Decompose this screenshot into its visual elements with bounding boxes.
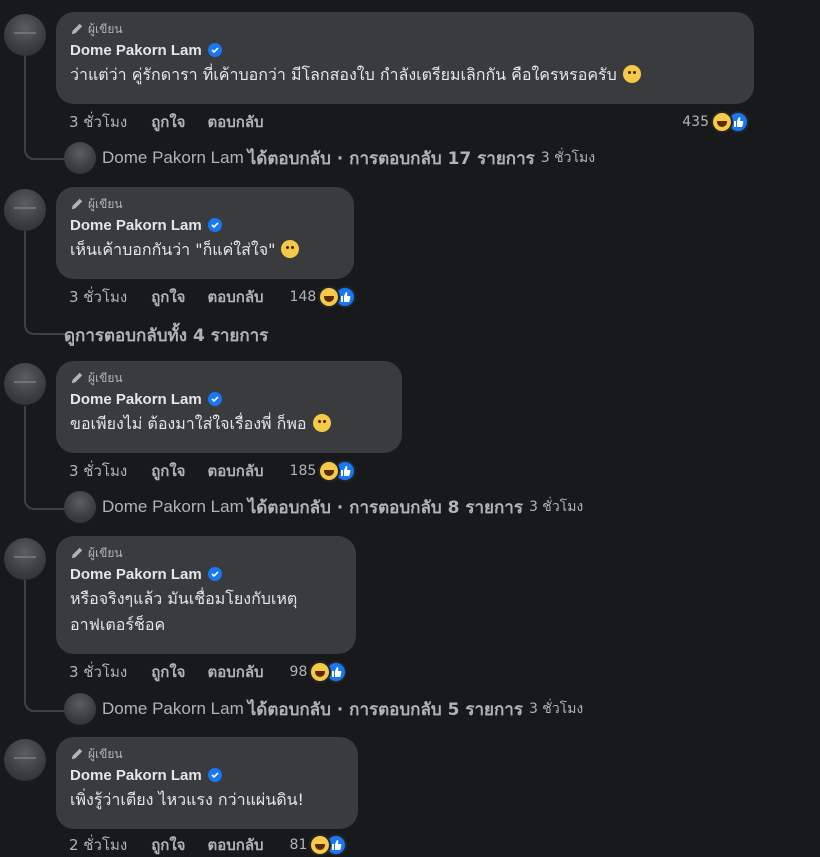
avatar[interactable] bbox=[4, 363, 46, 405]
commenter-name[interactable]: Dome Pakorn Lam bbox=[70, 391, 202, 408]
reaction-summary[interactable]: 81 bbox=[290, 834, 348, 856]
comment-time[interactable]: 3 ชั่วโมง bbox=[69, 459, 127, 483]
comment-actions: 3 ชั่วโมง ถูกใจ ตอบกลับ 435 bbox=[69, 110, 749, 134]
replies-link[interactable]: Dome Pakorn Lam ได้ตอบกลับ · การตอบกลับ … bbox=[64, 693, 584, 725]
monocle-face-icon bbox=[622, 65, 641, 83]
reply-button[interactable]: ตอบกลับ bbox=[207, 660, 263, 684]
reaction-count: 148 bbox=[289, 289, 317, 305]
reply-button[interactable]: ตอบกลับ bbox=[207, 833, 263, 857]
commenter-name[interactable]: Dome Pakorn Lam bbox=[70, 566, 202, 583]
author-badge: ผู้เขียน bbox=[70, 745, 344, 763]
comment-actions: 2 ชั่วโมง ถูกใจ ตอบกลับ 81 bbox=[69, 833, 348, 857]
reaction-count: 98 bbox=[289, 664, 308, 680]
comment-text: ขอเพียงไม่ ต้องมาใส่ใจเรื่องพี่ ก็พอ bbox=[70, 414, 307, 433]
reply-button[interactable]: ตอบกลับ bbox=[207, 110, 263, 134]
comment-text: ว่าแต่ว่า คู่รักดารา ที่เค้าบอกว่า มีโลก… bbox=[70, 65, 617, 84]
author-badge-label: ผู้เขียน bbox=[88, 21, 123, 36]
verified-badge-icon bbox=[207, 768, 222, 782]
comment-bubble: ผู้เขียน Dome Pakorn Lam ขอเพียงไม่ ต้อง… bbox=[56, 361, 402, 453]
author-badge: ผู้เขียน bbox=[70, 195, 340, 213]
haha-reaction-icon bbox=[711, 111, 733, 133]
comment-time[interactable]: 3 ชั่วโมง bbox=[69, 110, 127, 134]
verified-badge-icon bbox=[207, 392, 222, 406]
reply-summary-text: ได้ตอบกลับ · การตอบกลับ 5 รายการ bbox=[247, 699, 523, 720]
pencil-icon bbox=[71, 372, 83, 384]
avatar bbox=[64, 142, 96, 174]
comment-bubble: ผู้เขียน Dome Pakorn Lam ว่าแต่ว่า คู่รั… bbox=[56, 12, 754, 104]
comment-bubble: ผู้เขียน Dome Pakorn Lam หรือจริงๆแล้ว ม… bbox=[56, 536, 356, 654]
commenter-name[interactable]: Dome Pakorn Lam bbox=[70, 42, 202, 59]
comment-text-line: อาฟเตอร์ช็อค bbox=[70, 615, 166, 634]
comment-text-line: หรือจริงๆแล้ว มันเชื่อมโยงกับเหตุ bbox=[70, 589, 298, 608]
like-button[interactable]: ถูกใจ bbox=[151, 285, 185, 309]
commenter-name[interactable]: Dome Pakorn Lam bbox=[70, 767, 202, 784]
reply-button[interactable]: ตอบกลับ bbox=[207, 459, 263, 483]
rolling-eyes-face-icon bbox=[281, 240, 300, 258]
reply-time: 3 ชั่วโมง bbox=[528, 499, 584, 515]
reaction-summary[interactable]: 98 bbox=[290, 661, 348, 683]
reaction-summary[interactable]: 435 bbox=[682, 111, 749, 133]
reply-author-name: Dome Pakorn Lam bbox=[102, 497, 244, 516]
comment-bubble: ผู้เขียน Dome Pakorn Lam เพิ่งรู้ว่าเตีย… bbox=[56, 737, 358, 829]
comment-time[interactable]: 2 ชั่วโมง bbox=[69, 833, 127, 857]
reply-summary-text: ได้ตอบกลับ · การตอบกลับ 17 รายการ bbox=[247, 148, 535, 169]
pencil-icon bbox=[71, 23, 83, 35]
pencil-icon bbox=[71, 547, 83, 559]
verified-badge-icon bbox=[207, 218, 222, 232]
avatar[interactable] bbox=[4, 538, 46, 580]
comment-actions: 3 ชั่วโมง ถูกใจ ตอบกลับ 185 bbox=[69, 459, 357, 483]
avatar[interactable] bbox=[4, 189, 46, 231]
author-badge: ผู้เขียน bbox=[70, 369, 388, 387]
author-badge-label: ผู้เขียน bbox=[88, 545, 123, 560]
author-badge-label: ผู้เขียน bbox=[88, 746, 123, 761]
avatar[interactable] bbox=[4, 14, 46, 56]
author-badge-label: ผู้เขียน bbox=[88, 370, 123, 385]
reply-author-name: Dome Pakorn Lam bbox=[102, 148, 244, 167]
comment-actions: 3 ชั่วโมง ถูกใจ ตอบกลับ 98 bbox=[69, 660, 348, 684]
author-badge: ผู้เขียน bbox=[70, 544, 342, 562]
reply-button[interactable]: ตอบกลับ bbox=[207, 285, 263, 309]
reaction-count: 81 bbox=[289, 837, 308, 853]
grinning-sweat-face-icon bbox=[312, 414, 331, 432]
verified-badge-icon bbox=[207, 567, 222, 581]
author-badge-label: ผู้เขียน bbox=[88, 196, 123, 211]
pencil-icon bbox=[71, 198, 83, 210]
view-all-replies-link[interactable]: ดูการตอบกลับทั้ง 4 รายการ bbox=[64, 322, 268, 349]
reaction-count: 185 bbox=[289, 463, 317, 479]
avatar bbox=[64, 491, 96, 523]
comment-text: เพิ่งรู้ว่าเตียง ไหวแรง กว่าแผ่นดิน! bbox=[70, 790, 304, 809]
reaction-summary[interactable]: 185 bbox=[290, 460, 357, 482]
like-button[interactable]: ถูกใจ bbox=[151, 110, 185, 134]
commenter-name[interactable]: Dome Pakorn Lam bbox=[70, 217, 202, 234]
verified-badge-icon bbox=[207, 43, 222, 57]
replies-link[interactable]: Dome Pakorn Lam ได้ตอบกลับ · การตอบกลับ … bbox=[64, 142, 596, 174]
comment-time[interactable]: 3 ชั่วโมง bbox=[69, 285, 127, 309]
reply-time: 3 ชั่วโมง bbox=[540, 150, 596, 166]
reaction-summary[interactable]: 148 bbox=[290, 286, 357, 308]
pencil-icon bbox=[71, 748, 83, 760]
comment-text: เห็นเค้าบอกกันว่า "ก็แค่ใส่ใจ" bbox=[70, 240, 276, 259]
author-badge: ผู้เขียน bbox=[70, 20, 740, 38]
avatar[interactable] bbox=[4, 739, 46, 781]
like-button[interactable]: ถูกใจ bbox=[151, 660, 185, 684]
like-button[interactable]: ถูกใจ bbox=[151, 459, 185, 483]
replies-link[interactable]: Dome Pakorn Lam ได้ตอบกลับ · การตอบกลับ … bbox=[64, 491, 584, 523]
avatar bbox=[64, 693, 96, 725]
like-button[interactable]: ถูกใจ bbox=[151, 833, 185, 857]
reply-author-name: Dome Pakorn Lam bbox=[102, 699, 244, 718]
comment-bubble: ผู้เขียน Dome Pakorn Lam เห็นเค้าบอกกันว… bbox=[56, 187, 354, 279]
reaction-count: 435 bbox=[682, 114, 709, 130]
comment-time[interactable]: 3 ชั่วโมง bbox=[69, 660, 127, 684]
reply-time: 3 ชั่วโมง bbox=[528, 701, 584, 717]
reply-summary-text: ได้ตอบกลับ · การตอบกลับ 8 รายการ bbox=[247, 497, 523, 518]
comment-actions: 3 ชั่วโมง ถูกใจ ตอบกลับ 148 bbox=[69, 285, 357, 309]
